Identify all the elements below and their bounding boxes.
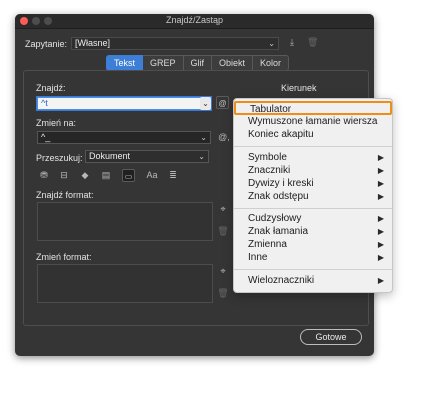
submenu-arrow-icon: ▶ <box>377 192 384 201</box>
tab-color[interactable]: Kolor <box>253 55 290 71</box>
change-format-clear-icon[interactable]: 🗑 <box>217 288 229 299</box>
tab-object[interactable]: Obiekt <box>212 55 254 71</box>
find-value: ^t <box>41 98 48 108</box>
lock-stories-icon[interactable]: ⊟ <box>58 170 70 181</box>
special-characters-menu: Tabulator Wymuszone łamanie wiersza Koni… <box>233 98 393 293</box>
replace-label: Zmień na: <box>36 118 77 128</box>
submenu-arrow-icon: ▶ <box>377 227 384 236</box>
menu-item-end-of-paragraph[interactable]: Koniec akapitu <box>248 129 386 141</box>
menu-item-break-character[interactable]: Znak łamania ▶ <box>248 226 386 238</box>
search-in-select[interactable]: Dokument ⌄ <box>85 150 209 163</box>
submenu-arrow-icon: ▶ <box>377 276 384 285</box>
menu-item-label: Symbole <box>248 152 287 163</box>
find-format-box[interactable] <box>37 202 213 241</box>
master-pages-icon[interactable]: ▤ <box>100 170 112 181</box>
menu-item-label: Dywizy i kreski <box>248 178 314 189</box>
save-query-icon[interactable]: ⤓ <box>286 37 298 48</box>
find-input[interactable]: ^t <box>37 97 211 110</box>
search-in-label: Przeszukuj: <box>36 153 83 163</box>
replace-input[interactable]: ^_ ⌄ <box>37 131 211 144</box>
find-format-settings-icon[interactable]: ⌖ <box>217 204 229 215</box>
title-bar: Znajdź/Zastąp <box>15 14 374 29</box>
tab-grep[interactable]: GREP <box>143 55 184 71</box>
menu-item-label: Wieloznaczniki <box>248 275 315 286</box>
find-format-clear-icon[interactable]: 🗑 <box>217 226 229 237</box>
submenu-arrow-icon: ▶ <box>377 153 384 162</box>
submenu-arrow-icon: ▶ <box>377 253 384 262</box>
menu-item-label: Zmienna <box>248 239 287 250</box>
menu-item-other[interactable]: Inne ▶ <box>248 252 386 264</box>
menu-item-hyphens-dashes[interactable]: Dywizy i kreski ▶ <box>248 178 386 190</box>
menu-item-forced-line-break[interactable]: Wymuszone łamanie wiersza <box>248 116 386 128</box>
menu-item-symbols[interactable]: Symbole ▶ <box>248 152 386 164</box>
change-format-label: Zmień format: <box>36 252 92 262</box>
special-characters-find-icon[interactable]: @ <box>216 96 229 109</box>
tab-glyph[interactable]: Glif <box>183 55 213 71</box>
tab-text[interactable]: Tekst <box>106 55 144 71</box>
menu-item-tab[interactable]: Tabulator <box>234 101 392 115</box>
done-button[interactable]: Gotowe <box>300 329 362 345</box>
special-characters-replace-icon[interactable]: @, <box>218 132 230 142</box>
whole-word-icon[interactable]: ≣ <box>167 170 179 181</box>
submenu-arrow-icon: ▶ <box>377 166 384 175</box>
change-format-settings-icon[interactable]: ⌖ <box>217 266 229 277</box>
menu-separator <box>234 146 392 147</box>
change-format-box[interactable] <box>37 264 213 303</box>
menu-item-quotation-marks[interactable]: Cudzysłowy ▶ <box>248 213 386 225</box>
submenu-arrow-icon: ▶ <box>377 179 384 188</box>
menu-item-label: Znaczniki <box>248 165 291 176</box>
lock-layers-icon[interactable]: ⛃ <box>38 170 50 181</box>
find-format-label: Znajdź format: <box>36 190 94 200</box>
submenu-arrow-icon: ▶ <box>377 240 384 249</box>
submenu-arrow-icon: ▶ <box>377 214 384 223</box>
search-in-value: Dokument <box>89 151 131 161</box>
chevron-down-icon: ⌄ <box>268 39 275 48</box>
menu-item-label: Znak łamania <box>248 226 309 237</box>
menu-item-label: Znak odstępu <box>248 191 309 202</box>
query-select[interactable]: [Własne] ⌄ <box>71 37 279 50</box>
menu-item-label: Inne <box>248 252 268 263</box>
find-history-chevron-icon[interactable]: ⌄ <box>200 97 211 110</box>
menu-item-wildcards[interactable]: Wieloznaczniki ▶ <box>248 275 386 287</box>
footnotes-icon[interactable]: ▭ <box>122 169 135 182</box>
menu-item-markers[interactable]: Znaczniki ▶ <box>248 165 386 177</box>
replace-value: ^_ <box>41 132 51 142</box>
window-title: Znajdź/Zastąp <box>165 15 224 25</box>
direction-label: Kierunek <box>281 83 317 93</box>
delete-query-icon[interactable]: 🗑 <box>307 37 318 48</box>
case-sensitive-icon[interactable]: Aa <box>145 170 159 180</box>
query-value: [Własne] <box>75 38 111 48</box>
chevron-down-icon: ⌄ <box>200 133 207 142</box>
menu-separator <box>234 208 392 209</box>
tab-bar: Tekst GREP Glif Obiekt Kolor <box>106 55 290 71</box>
menu-separator <box>234 269 392 270</box>
menu-item-variable[interactable]: Zmienna ▶ <box>248 239 386 251</box>
menu-item-label: Cudzysłowy <box>248 213 302 224</box>
chevron-down-icon: ⌄ <box>198 152 205 161</box>
menu-item-white-space[interactable]: Znak odstępu ▶ <box>248 191 386 203</box>
hidden-layers-icon[interactable]: ◆ <box>79 170 91 181</box>
find-label: Znajdź: <box>36 83 66 93</box>
query-label: Zapytanie: <box>25 39 68 49</box>
